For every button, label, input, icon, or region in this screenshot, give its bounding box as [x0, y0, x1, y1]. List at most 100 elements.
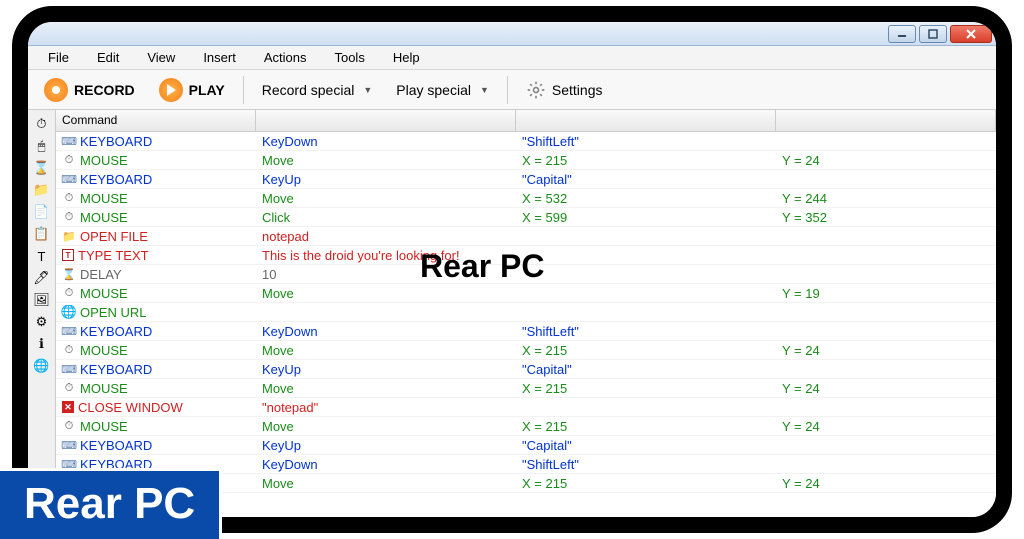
side-tool-11[interactable]: 🌐	[31, 356, 53, 376]
command-grid: Command ⌨KEYBOARDKeyDown"ShiftLeft"⏱MOUS…	[56, 110, 996, 517]
table-row[interactable]: ⌨KEYBOARDKeyDown"ShiftLeft"	[56, 132, 996, 151]
table-row[interactable]: ⏱MOUSEClickX = 599Y = 352	[56, 208, 996, 227]
cell-param1: X = 215	[516, 381, 776, 396]
cell-action: notepad	[256, 229, 516, 244]
column-header-p1[interactable]	[516, 110, 776, 131]
column-header-action[interactable]	[256, 110, 516, 131]
cell-param1: "Capital"	[516, 172, 776, 187]
table-row[interactable]: ⌨KEYBOARDKeyUp"Capital"	[56, 436, 996, 455]
table-row[interactable]: ⏱MOUSEMoveX = 532Y = 244	[56, 189, 996, 208]
mouse-icon: ⏱	[62, 419, 76, 433]
cell-param1: X = 532	[516, 191, 776, 206]
side-tool-1[interactable]: 🖱	[31, 136, 53, 156]
side-tool-7[interactable]: 🖊	[31, 268, 53, 288]
type-text-icon: T	[62, 249, 74, 261]
cell-command: 🌐OPEN URL	[56, 305, 256, 320]
table-row[interactable]: ⌨KEYBOARDKeyUp"Capital"	[56, 170, 996, 189]
cell-param1: "ShiftLeft"	[516, 134, 776, 149]
table-row[interactable]: ⌛DELAY10	[56, 265, 996, 284]
window-titlebar	[28, 22, 996, 46]
menu-file[interactable]: File	[34, 47, 83, 68]
globe-icon: 🌐	[62, 305, 76, 319]
cell-action: KeyDown	[256, 457, 516, 472]
table-row[interactable]: 📁OPEN FILEnotepad	[56, 227, 996, 246]
cell-param2: Y = 352	[776, 210, 996, 225]
cell-command: ⌨KEYBOARD	[56, 172, 256, 187]
keyboard-icon: ⌨	[62, 134, 76, 148]
column-header-p2[interactable]	[776, 110, 996, 131]
side-tool-2[interactable]: ⌛	[31, 158, 53, 178]
cell-param1: "ShiftLeft"	[516, 457, 776, 472]
table-row[interactable]: ⏱MOUSEMoveX = 215Y = 24	[56, 417, 996, 436]
table-row[interactable]: ⏱MOUSEMoveX = 215Y = 24	[56, 341, 996, 360]
cell-action: KeyDown	[256, 134, 516, 149]
table-row[interactable]: ⌨KEYBOARDKeyUp"Capital"	[56, 360, 996, 379]
table-row[interactable]: 🌐OPEN URL	[56, 303, 996, 322]
table-row[interactable]: ⏱MOUSEMoveX = 215Y = 24	[56, 379, 996, 398]
side-tool-8[interactable]: 🖼	[31, 290, 53, 310]
play-special-button[interactable]: Play special ▼	[386, 78, 499, 102]
cell-action: Move	[256, 343, 516, 358]
separator	[243, 76, 244, 104]
menu-actions[interactable]: Actions	[250, 47, 321, 68]
maximize-button[interactable]	[919, 25, 947, 43]
keyboard-icon: ⌨	[62, 324, 76, 338]
side-tool-9[interactable]: ⚙	[31, 312, 53, 332]
cell-action: This is the droid you're looking for!	[256, 248, 516, 263]
play-button[interactable]: PLAY	[149, 74, 235, 106]
menu-view[interactable]: View	[133, 47, 189, 68]
cell-param1: X = 215	[516, 343, 776, 358]
menu-edit[interactable]: Edit	[83, 47, 133, 68]
cell-command: ⌨KEYBOARD	[56, 438, 256, 453]
keyboard-icon: ⌨	[62, 362, 76, 376]
grid-header: Command	[56, 110, 996, 132]
table-row[interactable]: TTYPE TEXTThis is the droid you're looki…	[56, 246, 996, 265]
table-row[interactable]: ⏱MOUSEMoveX = 215Y = 24	[56, 151, 996, 170]
separator	[507, 76, 508, 104]
column-header-command[interactable]: Command	[56, 110, 256, 131]
menu-insert[interactable]: Insert	[189, 47, 250, 68]
record-special-label: Record special	[262, 82, 355, 98]
close-button[interactable]	[950, 25, 992, 43]
close-window-icon: ✕	[62, 401, 74, 413]
table-row[interactable]: ⌨KEYBOARDKeyDown"ShiftLeft"	[56, 322, 996, 341]
side-tool-10[interactable]: ℹ	[31, 334, 53, 354]
cell-param2: Y = 24	[776, 381, 996, 396]
cell-action: Click	[256, 210, 516, 225]
side-tool-6[interactable]: T	[31, 246, 53, 266]
cell-action: KeyUp	[256, 438, 516, 453]
cell-action: "notepad"	[256, 400, 516, 415]
cell-param1: "ShiftLeft"	[516, 324, 776, 339]
settings-button[interactable]: Settings	[516, 76, 613, 104]
table-row[interactable]: ⏱MOUSEMoveY = 19	[56, 284, 996, 303]
cell-action: Move	[256, 476, 516, 491]
cell-param1: "Capital"	[516, 362, 776, 377]
toolbar: RECORD PLAY Record special ▼ Play specia…	[28, 70, 996, 110]
cell-action: 10	[256, 267, 516, 282]
record-special-button[interactable]: Record special ▼	[252, 78, 383, 102]
minimize-button[interactable]	[888, 25, 916, 43]
menu-tools[interactable]: Tools	[320, 47, 378, 68]
mouse-icon: ⏱	[62, 343, 76, 357]
side-tool-0[interactable]: ⏱	[31, 114, 53, 134]
record-label: RECORD	[74, 82, 135, 98]
side-tool-5[interactable]: 📋	[31, 224, 53, 244]
cell-action: Move	[256, 419, 516, 434]
table-row[interactable]: ✕CLOSE WINDOW"notepad"	[56, 398, 996, 417]
keyboard-icon: ⌨	[62, 438, 76, 452]
side-tool-4[interactable]: 📄	[31, 202, 53, 222]
side-tool-3[interactable]: 📁	[31, 180, 53, 200]
play-label: PLAY	[189, 82, 225, 98]
cell-param1: X = 215	[516, 476, 776, 491]
record-icon	[44, 78, 68, 102]
cell-action: KeyDown	[256, 324, 516, 339]
side-toolbar: ⏱🖱⌛📁📄📋T🖊🖼⚙ℹ🌐	[28, 110, 56, 517]
cell-action: KeyUp	[256, 172, 516, 187]
record-button[interactable]: RECORD	[34, 74, 145, 106]
gear-icon	[526, 80, 546, 100]
menu-help[interactable]: Help	[379, 47, 434, 68]
cell-param1: X = 215	[516, 153, 776, 168]
cell-param2: Y = 244	[776, 191, 996, 206]
cell-command: ⏱MOUSE	[56, 210, 256, 225]
mouse-icon: ⏱	[62, 153, 76, 167]
